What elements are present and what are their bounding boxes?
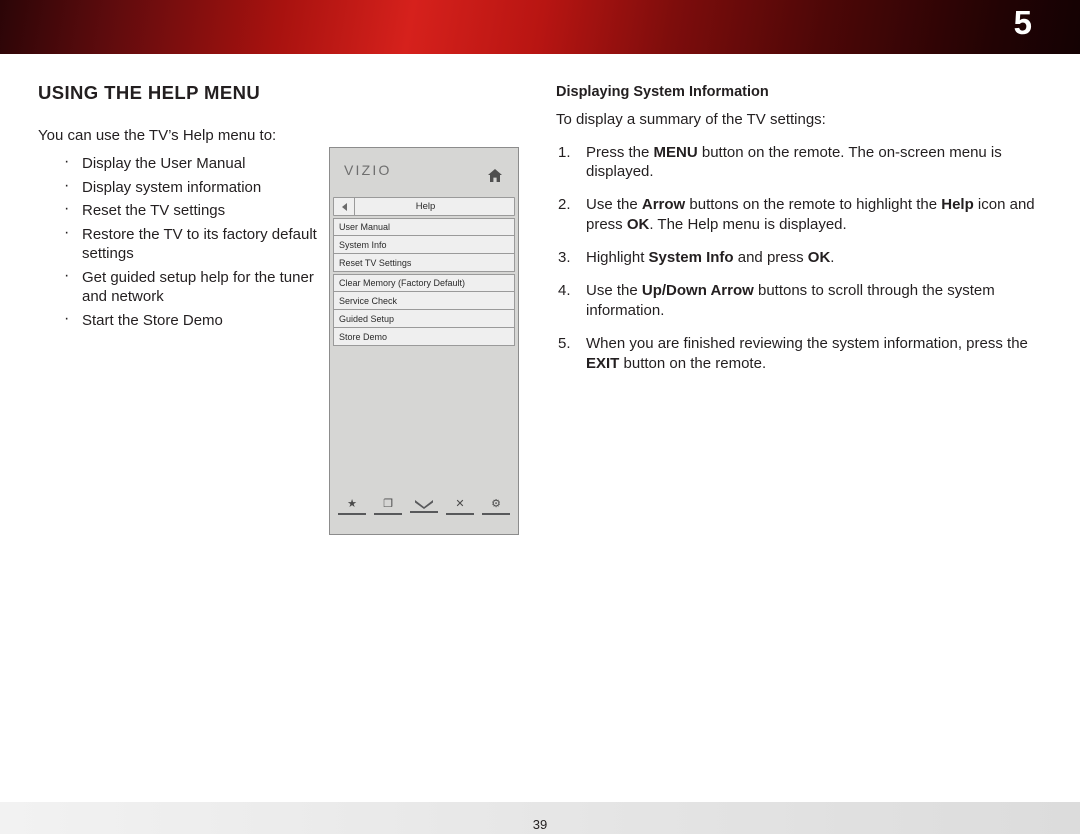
- subsection-lead: To display a summary of the TV settings:: [556, 111, 826, 128]
- menu-item-service-check[interactable]: Service Check: [333, 292, 515, 310]
- step-item: When you are finished reviewing the syst…: [558, 334, 1028, 372]
- menu-item-store-demo[interactable]: Store Demo: [333, 328, 515, 346]
- list-item: Display system information: [38, 176, 328, 198]
- step-item: Highlight System Info and press OK.: [558, 248, 835, 268]
- back-button[interactable]: [334, 198, 355, 215]
- menu-header: Help: [333, 197, 515, 216]
- page-title: USING THE HELP MENU: [38, 82, 261, 103]
- subsection-heading: Displaying System Information: [556, 84, 769, 100]
- picture-icon[interactable]: ❐: [374, 498, 402, 515]
- right-column: Displaying System Information To display…: [556, 84, 1048, 387]
- home-icon: [487, 168, 502, 182]
- list-item: Restore the TV to its factory default se…: [38, 223, 328, 264]
- step-item: Use the Arrow buttons on the remote to h…: [558, 195, 1035, 234]
- chapter-number: 5: [1013, 4, 1032, 41]
- chevron-down-icon[interactable]: [410, 499, 438, 513]
- left-column: USING THE HELP MENU You can use the TV’s…: [38, 82, 328, 334]
- back-arrow-icon: [341, 202, 347, 211]
- capability-list: Display the User Manual Display system i…: [38, 152, 328, 331]
- menu-item-guided-setup[interactable]: Guided Setup: [333, 310, 515, 328]
- vizio-logo: VIZIO: [344, 162, 392, 178]
- step-list: Press the MENU button on the remote. The…: [556, 143, 1048, 374]
- step-item: Press the MENU button on the remote. The…: [558, 143, 1002, 181]
- list-item: Display the User Manual: [38, 152, 328, 174]
- menu-item-clear-memory[interactable]: Clear Memory (Factory Default): [333, 274, 515, 292]
- menu-item-user-manual[interactable]: User Manual: [333, 218, 515, 236]
- star-icon[interactable]: ★: [338, 498, 366, 515]
- close-icon[interactable]: ✕: [446, 498, 474, 515]
- menu-title: Help: [415, 201, 436, 212]
- help-menu-list: Help User Manual System Info Reset TV Se…: [333, 197, 515, 346]
- page-number: 39: [532, 817, 548, 832]
- intro-text: You can use the TV’s Help menu to:: [38, 127, 277, 144]
- list-item: Get guided setup help for the tuner and …: [38, 266, 328, 307]
- list-item: Start the Store Demo: [38, 309, 328, 331]
- step-item: Use the Up/Down Arrow buttons to scroll …: [558, 281, 995, 320]
- gear-icon[interactable]: ⚙: [482, 498, 510, 515]
- chapter-banner: 5: [0, 0, 1080, 54]
- list-item: Reset the TV settings: [38, 199, 328, 221]
- tv-menu-footer: ★ ❐ ✕ ⚙: [338, 496, 510, 516]
- tv-menu-screenshot: VIZIO Help User Manual System Info Reset…: [329, 147, 519, 535]
- menu-item-system-info[interactable]: System Info: [333, 236, 515, 254]
- menu-item-reset-tv-settings[interactable]: Reset TV Settings: [333, 254, 515, 272]
